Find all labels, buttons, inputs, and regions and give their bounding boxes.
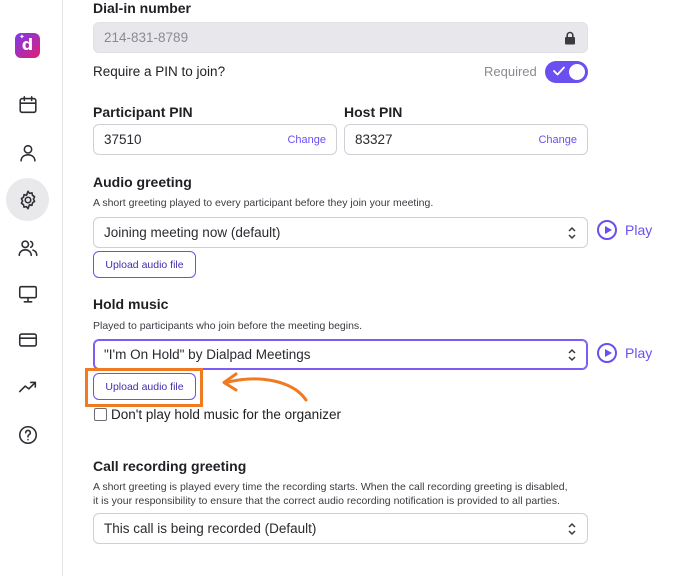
people-icon	[18, 239, 37, 256]
audio-greeting-label: Audio greeting	[93, 174, 192, 190]
no-hold-music-label: Don't play hold music for the organizer	[111, 407, 341, 422]
sparkle-icon: ✦	[19, 33, 25, 41]
host-pin-label: Host PIN	[344, 104, 403, 120]
toggle-knob	[569, 64, 585, 80]
pin-required-status: Required	[484, 64, 537, 79]
audio-greeting-help: A short greeting played to every partici…	[93, 197, 434, 209]
call-recording-label: Call recording greeting	[93, 458, 247, 474]
no-hold-music-checkbox[interactable]	[94, 408, 107, 421]
audio-greeting-upload-button[interactable]: Upload audio file	[93, 251, 196, 278]
calendar-icon	[18, 95, 37, 113]
require-pin-toggle[interactable]	[545, 61, 588, 83]
chevron-updown-icon	[568, 348, 576, 361]
host-pin-change-link[interactable]: Change	[538, 134, 577, 146]
participant-pin-change-link[interactable]: Change	[287, 134, 326, 146]
lock-icon	[565, 31, 575, 44]
sidebar-item-billing[interactable]	[6, 318, 49, 361]
participant-pin-value: 37510	[104, 132, 142, 147]
dialpad-logo[interactable]: ✦ d	[15, 33, 40, 58]
host-pin-field: 83327 Change	[344, 124, 588, 155]
person-icon	[19, 144, 36, 162]
upload-button-highlight	[85, 368, 203, 407]
check-icon	[553, 66, 565, 76]
hold-music-selected: "I'm On Hold" by Dialpad Meetings	[104, 347, 311, 362]
sidebar-item-help[interactable]	[6, 413, 49, 456]
chevron-updown-icon	[568, 226, 576, 239]
monitor-icon	[18, 285, 37, 303]
host-pin-value: 83327	[355, 132, 393, 147]
dial-in-value: 214-831-8789	[104, 30, 189, 45]
dial-in-field: 214-831-8789	[93, 22, 588, 53]
sidebar-item-profile[interactable]	[6, 131, 49, 174]
call-recording-select[interactable]: This call is being recorded (Default)	[93, 513, 588, 544]
sidebar-item-devices[interactable]	[6, 272, 49, 315]
audio-greeting-play-button[interactable]: Play	[597, 220, 652, 240]
hold-music-select[interactable]: "I'm On Hold" by Dialpad Meetings	[93, 339, 588, 370]
participant-pin-label: Participant PIN	[93, 104, 193, 120]
require-pin-label: Require a PIN to join?	[93, 64, 226, 79]
hold-music-label: Hold music	[93, 296, 169, 312]
gear-icon	[20, 190, 35, 209]
trending-icon	[18, 381, 36, 392]
annotation-arrow-icon	[222, 372, 308, 402]
participant-pin-field: 37510 Change	[93, 124, 337, 155]
audio-greeting-selected: Joining meeting now (default)	[104, 225, 281, 240]
play-icon	[597, 220, 617, 240]
dial-in-label: Dial-in number	[93, 0, 192, 16]
sidebar: ✦ d	[0, 0, 63, 576]
play-icon	[597, 343, 617, 363]
hold-music-help: Played to participants who join before t…	[93, 320, 363, 332]
audio-greeting-play-label: Play	[625, 222, 653, 238]
sidebar-item-calendar[interactable]	[6, 83, 49, 126]
hold-music-play-label: Play	[625, 345, 653, 361]
help-icon	[18, 425, 37, 444]
audio-greeting-select[interactable]: Joining meeting now (default)	[93, 217, 588, 248]
sidebar-item-analytics[interactable]	[6, 365, 49, 408]
hold-music-play-button[interactable]: Play	[597, 343, 652, 363]
sidebar-item-people[interactable]	[6, 226, 49, 269]
chevron-updown-icon	[568, 522, 576, 535]
call-recording-help-line-1: A short greeting is played every time th…	[93, 481, 568, 493]
card-icon	[18, 332, 37, 347]
call-recording-help-line-2: it is your responsibility to ensure that…	[93, 495, 560, 507]
call-recording-selected: This call is being recorded (Default)	[104, 521, 317, 536]
sidebar-item-settings[interactable]	[6, 178, 49, 221]
